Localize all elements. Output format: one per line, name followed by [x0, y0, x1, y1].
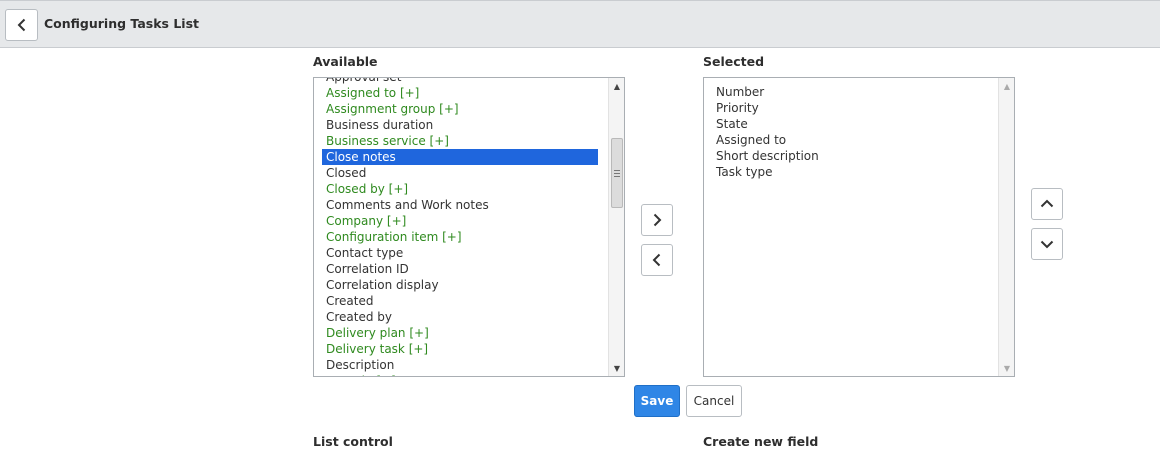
list-item[interactable]: Closed by [+]	[322, 181, 598, 197]
list-item[interactable]: Correlation display	[322, 277, 598, 293]
list-item[interactable]: Company [+]	[322, 213, 598, 229]
remove-field-button[interactable]	[641, 244, 673, 276]
scroll-down-icon[interactable]: ▼	[609, 361, 624, 375]
scroll-up-icon[interactable]: ▲	[609, 79, 624, 93]
add-field-button[interactable]	[641, 204, 673, 236]
available-options: Approval set Assigned to [+] Assignment g…	[322, 78, 598, 376]
list-item[interactable]: Closed	[322, 165, 598, 181]
list-item[interactable]: Close notes	[322, 149, 598, 165]
move-up-button[interactable]	[1031, 188, 1063, 220]
selected-list[interactable]: Number Priority State Assigned to Short desc…	[703, 77, 1015, 377]
selected-label: Selected	[703, 54, 765, 69]
scroll-thumb[interactable]	[611, 138, 623, 208]
scroll-down-icon[interactable]: ▼	[999, 361, 1014, 375]
list-item[interactable]: Correlation ID	[322, 261, 598, 277]
list-item[interactable]: Comments and Work notes	[322, 197, 598, 213]
list-item[interactable]: Assignment group [+]	[322, 101, 598, 117]
page-header: Configuring Tasks List	[0, 0, 1160, 48]
list-item[interactable]: Approval set	[322, 78, 598, 85]
list-item[interactable]: Configuration item [+]	[322, 229, 598, 245]
available-list[interactable]: Approval set Assigned to [+] Assignment g…	[313, 77, 625, 377]
list-item[interactable]: State	[712, 116, 988, 132]
list-item[interactable]: Description	[322, 357, 598, 373]
cancel-button[interactable]: Cancel	[686, 385, 742, 417]
list-item[interactable]: Created by	[322, 309, 598, 325]
chevron-left-icon	[652, 253, 661, 267]
list-item[interactable]: Business service [+]	[322, 133, 598, 149]
available-label: Available	[313, 54, 378, 69]
list-item[interactable]: Contact type	[322, 245, 598, 261]
available-scrollbar[interactable]: ▲ ▼	[608, 78, 624, 376]
list-item[interactable]: Created	[322, 293, 598, 309]
list-item[interactable]: Delivery task [+]	[322, 341, 598, 357]
list-item[interactable]: Short description	[712, 148, 988, 164]
list-item[interactable]: Priority	[712, 100, 988, 116]
list-item[interactable]: Domain [+]	[322, 373, 598, 376]
chevron-up-icon	[1040, 199, 1054, 208]
list-item[interactable]: Number	[712, 84, 988, 100]
grip-icon	[614, 172, 620, 174]
move-down-button[interactable]	[1031, 228, 1063, 260]
selected-scrollbar[interactable]: ▲ ▼	[998, 78, 1014, 376]
list-control-heading: List control	[313, 434, 393, 449]
back-button[interactable]	[5, 9, 38, 41]
selected-options: Number Priority State Assigned to Short desc…	[712, 84, 988, 180]
list-item[interactable]: Task type	[712, 164, 988, 180]
chevron-right-icon	[653, 213, 662, 227]
list-item[interactable]: Assigned to	[712, 132, 988, 148]
scroll-up-icon[interactable]: ▲	[999, 79, 1014, 93]
list-item[interactable]: Business duration	[322, 117, 598, 133]
create-new-field-heading: Create new field	[703, 434, 819, 449]
chevron-down-icon	[1040, 240, 1054, 249]
chevron-left-icon	[17, 18, 25, 32]
list-item[interactable]: Assigned to [+]	[322, 85, 598, 101]
save-button[interactable]: Save	[634, 385, 680, 417]
list-item[interactable]: Delivery plan [+]	[322, 325, 598, 341]
page-title: Configuring Tasks List	[44, 16, 199, 31]
